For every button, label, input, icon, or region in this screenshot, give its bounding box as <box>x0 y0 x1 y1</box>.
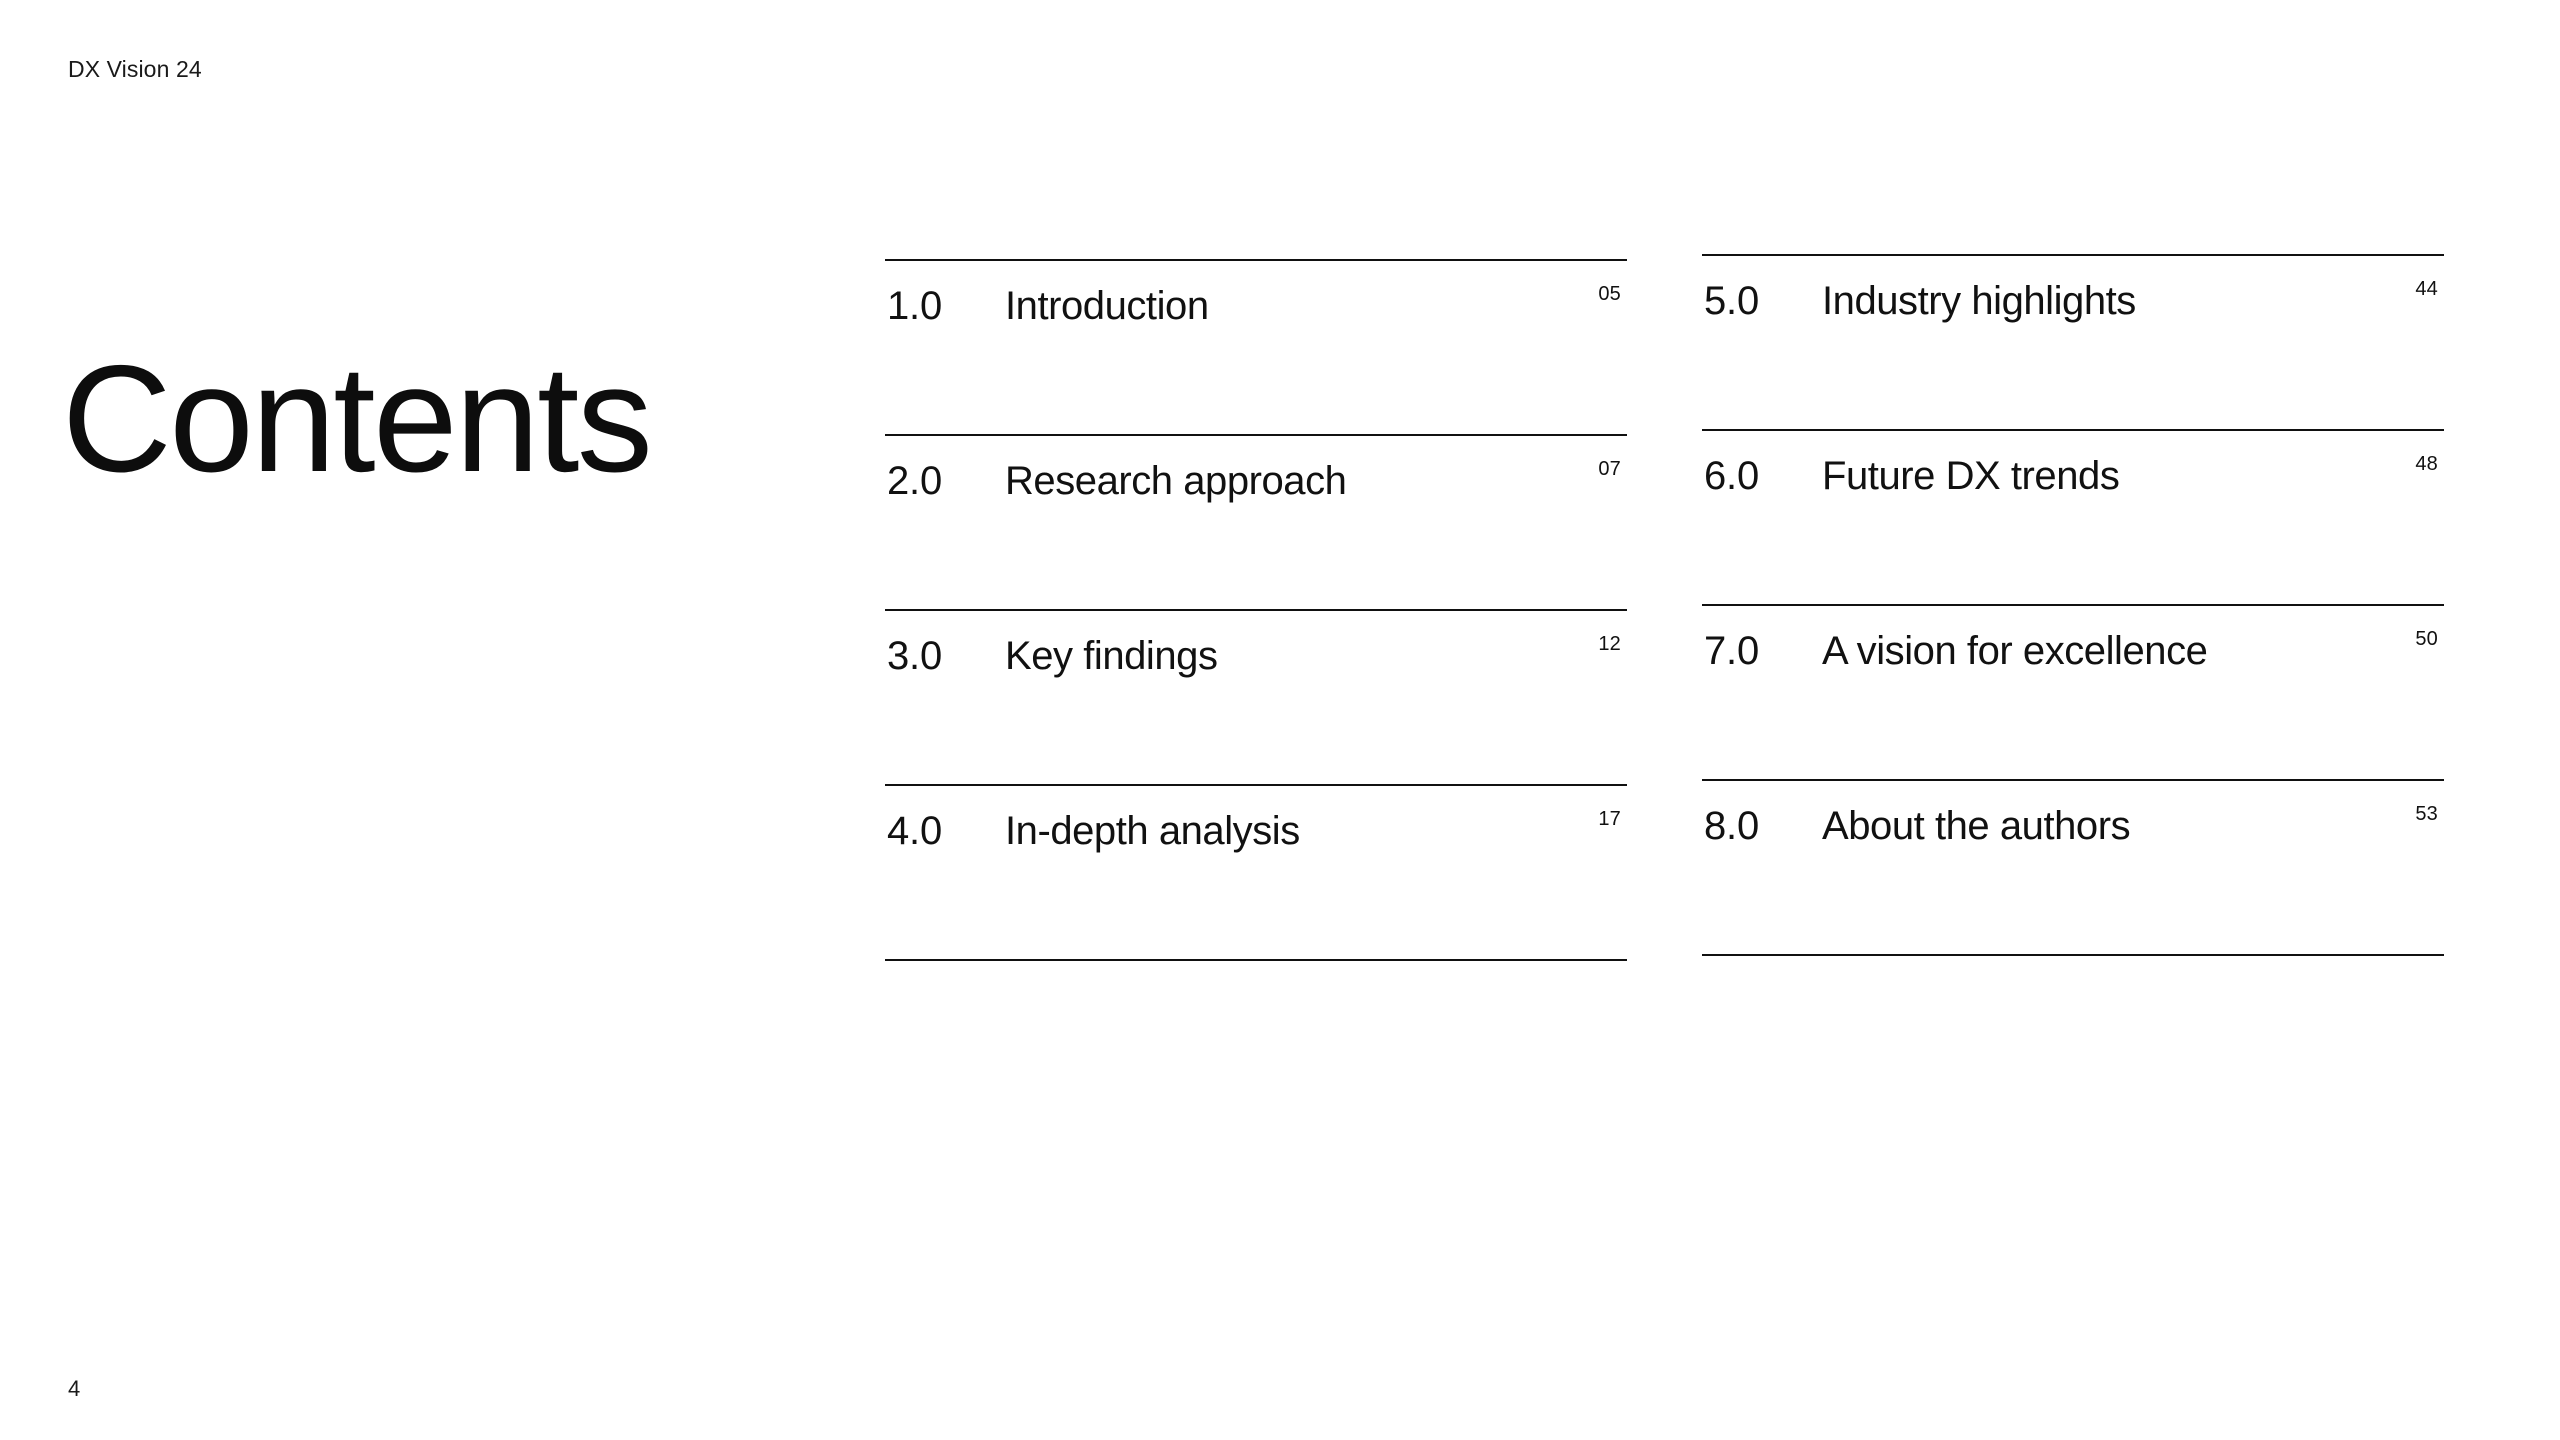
toc-entry-number: 7.0 <box>1704 629 1760 673</box>
toc-entry-number: 1.0 <box>887 284 943 328</box>
toc-entry-number: 5.0 <box>1704 279 1760 323</box>
table-of-contents: 1.0 Introduction 05 2.0 Research approac… <box>0 0 2560 1440</box>
toc-entry-page-number: 53 <box>2415 803 2438 825</box>
toc-entry-number: 8.0 <box>1704 804 1760 848</box>
toc-entry-label[interactable]: In-depth analysis <box>1005 808 1300 855</box>
toc-entry[interactable]: 3.0 Key findings 12 <box>885 609 1627 784</box>
toc-entry-page-number: 05 <box>1598 283 1621 305</box>
toc-entry-label[interactable]: Industry highlights <box>1822 278 2136 325</box>
toc-entry-label[interactable]: About the authors <box>1822 803 2131 850</box>
toc-entry-label[interactable]: Research approach <box>1005 458 1347 505</box>
toc-entry-label[interactable]: Key findings <box>1005 633 1218 680</box>
toc-entry[interactable]: 1.0 Introduction 05 <box>885 259 1627 434</box>
toc-entry-number: 3.0 <box>887 634 943 678</box>
toc-entry[interactable]: 2.0 Research approach 07 <box>885 434 1627 609</box>
toc-entry-row: 7.0 A vision for excellence 50 <box>1702 628 2444 688</box>
toc-entry-page-number: 44 <box>2415 278 2438 300</box>
toc-entry[interactable]: 5.0 Industry highlights 44 <box>1702 254 2444 429</box>
toc-entry-row: 6.0 Future DX trends 48 <box>1702 453 2444 513</box>
toc-entry-number: 4.0 <box>887 809 943 853</box>
toc-entry-page-number: 17 <box>1598 808 1621 830</box>
toc-entry-page-number: 48 <box>2415 453 2438 475</box>
toc-entry-page-number: 50 <box>2415 628 2438 650</box>
toc-entry-page-number: 07 <box>1598 458 1621 480</box>
page-folio-number: 4 <box>68 1376 81 1401</box>
toc-entry-number: 6.0 <box>1704 454 1760 498</box>
toc-entry-row: 3.0 Key findings 12 <box>885 633 1627 693</box>
toc-entry-row: 4.0 In-depth analysis 17 <box>885 808 1627 868</box>
toc-entry-row: 2.0 Research approach 07 <box>885 458 1627 518</box>
toc-entry-page-number: 12 <box>1598 633 1621 655</box>
toc-entry-label[interactable]: Future DX trends <box>1822 453 2120 500</box>
toc-entry-row: 5.0 Industry highlights 44 <box>1702 278 2444 338</box>
toc-entry-row: 1.0 Introduction 05 <box>885 283 1627 343</box>
toc-column-bottom-rule <box>1702 954 2444 956</box>
toc-entry-label[interactable]: A vision for excellence <box>1822 628 2208 675</box>
toc-entry-number: 2.0 <box>887 459 943 503</box>
toc-entry[interactable]: 4.0 In-depth analysis 17 <box>885 784 1627 959</box>
toc-column-right: 5.0 Industry highlights 44 6.0 Future DX… <box>1702 254 2444 956</box>
toc-entry[interactable]: 7.0 A vision for excellence 50 <box>1702 604 2444 779</box>
toc-entry[interactable]: 8.0 About the authors 53 <box>1702 779 2444 954</box>
toc-column-bottom-rule <box>885 959 1627 961</box>
toc-entry-label[interactable]: Introduction <box>1005 283 1209 330</box>
toc-entry-row: 8.0 About the authors 53 <box>1702 803 2444 863</box>
toc-column-left: 1.0 Introduction 05 2.0 Research approac… <box>885 259 1627 961</box>
toc-entry[interactable]: 6.0 Future DX trends 48 <box>1702 429 2444 604</box>
